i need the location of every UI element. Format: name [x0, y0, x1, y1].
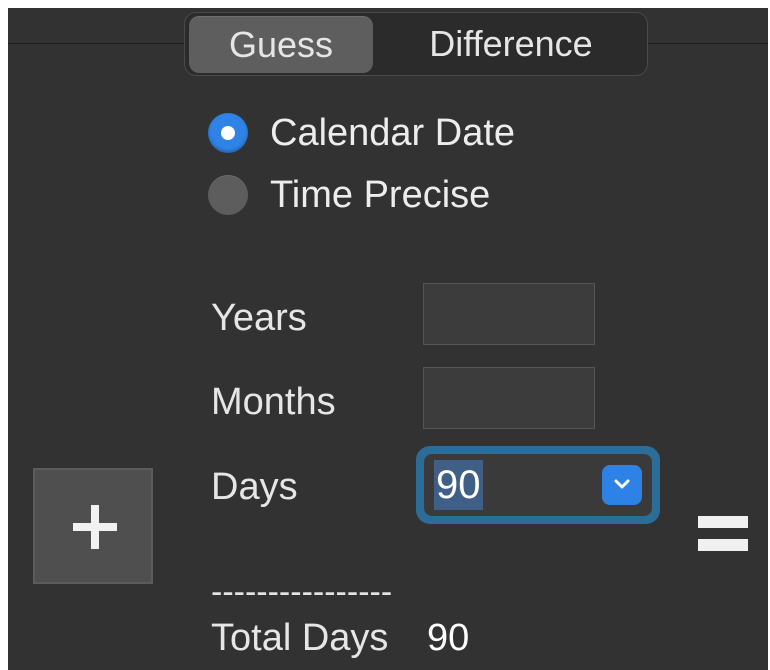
total-days-value: 90	[427, 617, 470, 659]
mode-segmented-control: Guess Difference	[184, 12, 648, 76]
calculator-panel: Guess Difference Calendar Date Time Prec…	[8, 8, 768, 670]
months-label: Months	[211, 381, 336, 423]
years-label: Years	[211, 297, 307, 339]
chevron-down-icon	[614, 479, 630, 489]
radio-calendar-date-label: Calendar Date	[270, 112, 516, 154]
tab-guess[interactable]: Guess	[189, 16, 373, 73]
months-field[interactable]	[423, 367, 595, 429]
tab-difference[interactable]: Difference	[377, 16, 645, 72]
sum-divider: ----------------	[211, 573, 393, 611]
radio-selected-icon[interactable]	[208, 113, 248, 153]
years-field[interactable]	[423, 283, 595, 345]
add-operator-button[interactable]	[33, 468, 153, 584]
radio-unselected-icon[interactable]	[208, 175, 248, 215]
days-combo-focus-ring: 90	[416, 446, 660, 524]
total-days-label: Total Days	[211, 617, 389, 659]
days-field[interactable]: 90	[434, 460, 483, 510]
days-combo-box[interactable]: 90	[424, 454, 652, 516]
days-dropdown-button[interactable]	[602, 465, 642, 505]
days-label: Days	[211, 466, 298, 508]
radio-time-precise-label: Time Precise	[270, 174, 491, 216]
